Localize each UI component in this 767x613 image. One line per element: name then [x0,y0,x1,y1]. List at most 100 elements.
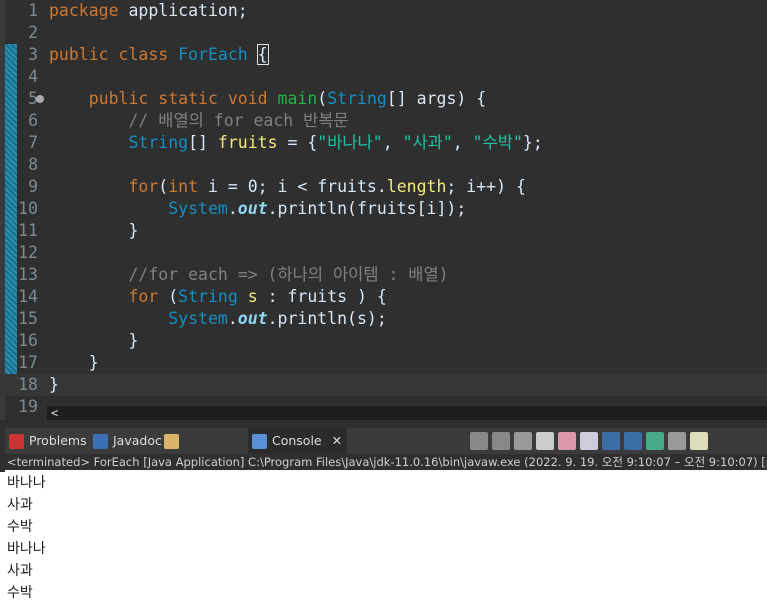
token-fld: length [386,177,447,196]
code-text: } [49,352,99,374]
code-text: // 배열의 for each 반복문 [49,110,349,132]
console-output[interactable]: 바나나 사과 수박 바나나 사과 수박 [0,472,767,613]
token-pl: } [49,331,139,350]
console-line: 수박 [7,519,33,535]
tab-problems[interactable]: Problems [5,428,93,454]
code-line[interactable]: 3 public class ForEach { [0,44,767,66]
code-line[interactable]: 12 [0,242,767,264]
line-number: 13 [18,265,38,284]
line-number: 2 [28,23,38,42]
tab-console[interactable]: Console ✕ [248,428,347,454]
token-pl: i = 0; i < fruits. [198,177,387,196]
token-kw: for [128,287,159,306]
show-stderr-icon[interactable] [624,432,642,450]
token-kw: static [158,89,218,108]
remove-launch-icon[interactable] [492,432,510,450]
show-stdout-icon[interactable] [602,432,620,450]
code-line[interactable]: 11 } [0,220,767,242]
horizontal-scrollbar[interactable]: < [47,406,767,420]
line-number: 10 [18,199,38,218]
clear-console-icon[interactable] [536,432,554,450]
code-line[interactable]: 6 // 배열의 for each 반복문 [0,110,767,132]
declaration-icon [164,434,179,449]
line-number: 1 [28,1,38,20]
token-pl: , [452,133,473,152]
code-text: public class ForEach { [49,44,269,66]
code-line[interactable]: 13 //for each => (하나의 아이템 : 배열) [0,264,767,286]
tab-label: Console [272,433,322,448]
token-pl: ( [158,177,169,196]
line-number: 8 [28,155,38,174]
new-console-icon[interactable] [690,432,708,450]
token-pl: ( [317,89,328,108]
code-line[interactable]: 10 System.out.println(fruits[i]); [0,198,767,220]
line-number: 18 [18,375,38,394]
token-cls: ForEach [178,45,248,64]
at-icon [93,434,108,449]
code-line[interactable]: 1 package application; [0,0,767,22]
token-kw: package [49,1,119,20]
token-cm: // 배열의 for each 반복문 [128,111,349,130]
close-icon[interactable]: ✕ [332,433,342,448]
fold-collapse-icon[interactable] [36,95,44,103]
code-line[interactable]: 16 } [0,330,767,352]
console-line: 사과 [7,497,33,513]
code-editor[interactable]: 1 package application; 2 3 public class ForE… [0,0,767,420]
word-wrap-icon[interactable] [580,432,598,450]
code-line[interactable]: 2 [0,22,767,44]
remove-all-icon[interactable] [514,432,532,450]
tab-declaration[interactable]: Declaration [160,428,252,474]
code-text: } [49,220,138,242]
token-pl: , [382,133,403,152]
line-number: 3 [28,45,38,64]
token-pl: } [49,353,99,372]
code-text: System.out.println(fruits[i]); [49,198,466,220]
code-line[interactable]: 7 String[] fruits = {"바나나", "사과", "수박"}; [0,132,767,154]
line-number: 9 [28,177,38,196]
token-pl: .println(fruits[i]); [267,199,467,218]
token-kw: void [227,89,268,108]
token-ty: String [327,89,387,108]
code-line[interactable]: 14 for (String s : fruits ) { [0,286,767,308]
code-line[interactable]: 9 for(int i = 0; i < fruits.length; i++)… [0,176,767,198]
display-console-icon[interactable] [668,432,686,450]
scroll-left-icon[interactable]: < [51,406,58,420]
token-ty: String [178,287,238,306]
code-line[interactable]: 5 public static void main(String[] args)… [0,88,767,110]
line-number: 12 [18,243,38,262]
token-pl: : fruits ) { [257,287,387,306]
console-line: 사과 [7,563,33,579]
code-text: } [49,374,59,396]
line-number: 17 [18,353,38,372]
line-number: 19 [18,397,38,416]
code-text: //for each => (하나의 아이템 : 배열) [49,264,448,286]
token-pl: application; [118,1,248,20]
token-kw: public [88,89,149,108]
token-pl: ( [158,287,179,306]
scroll-lock-icon[interactable] [558,432,576,450]
code-text: for(int i = 0; i < fruits.length; i++) { [49,176,525,198]
terminate-icon[interactable] [470,432,488,450]
line-number: 14 [18,287,38,306]
pin-console-icon[interactable] [646,432,664,450]
token-pl: = { [277,133,318,152]
token-kw: for [128,177,159,196]
code-line[interactable]: 15 System.out.println(s); [0,308,767,330]
token-pl: . [227,199,238,218]
code-text: String[] fruits = {"바나나", "사과", "수박"}; [49,132,542,154]
tab-javadoc[interactable]: Javadoc [89,428,164,454]
code-line[interactable]: 4 [0,66,767,88]
code-line[interactable]: 8 [0,154,767,176]
code-text: public static void main(String[] args) { [49,88,486,110]
code-line[interactable]: 18} [0,374,767,396]
code-line[interactable]: 17 } [0,352,767,374]
